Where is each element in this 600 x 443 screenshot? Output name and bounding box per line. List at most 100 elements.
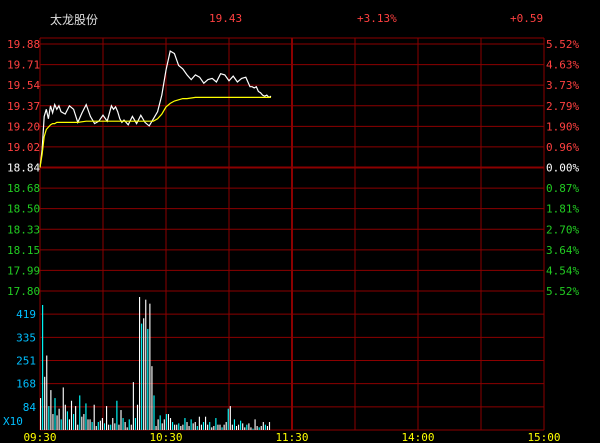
y-tick-right: 4.54% [546, 264, 579, 277]
volume-bar [110, 424, 112, 430]
y-tick-right: 3.64% [546, 244, 579, 257]
x-tick: 14:00 [401, 431, 434, 443]
y-tick-right: 1.81% [546, 203, 579, 216]
volume-bar [184, 418, 186, 430]
volume-bar [118, 424, 120, 430]
volume-bar [95, 426, 97, 430]
volume-tick: 168 [16, 378, 36, 391]
volume-bar [81, 416, 83, 430]
volume-tick: 419 [16, 308, 36, 321]
intraday-chart[interactable]: 19.88 19.71 19.54 19.37 19.20 19.02 18.84 18.68… [0, 0, 600, 443]
volume-bar [66, 411, 68, 430]
volume-bar [93, 404, 95, 430]
volume-bar [48, 406, 50, 430]
volume-bar [155, 426, 157, 430]
volume-bar [258, 427, 260, 430]
volume-tick: 251 [16, 355, 36, 368]
y-tick-right: 5.52% [546, 38, 579, 51]
volume-bar [89, 419, 91, 430]
volume-bar [225, 422, 227, 430]
volume-bar [99, 420, 101, 430]
volume-bar [252, 428, 254, 430]
volume-bar [217, 424, 219, 430]
x-tick: 15:00 [527, 431, 560, 443]
volume-bar [248, 423, 250, 430]
volume-bar [143, 318, 145, 430]
y-tick-left: 18.50 [7, 203, 40, 216]
volume-bar [40, 398, 42, 430]
volume-bar [97, 422, 99, 430]
y-tick-right: 0.00% [546, 162, 579, 175]
volume-bar [52, 414, 54, 430]
volume-bar [56, 415, 58, 430]
volume-bar [178, 423, 180, 430]
volume-bar [70, 400, 73, 430]
volume-bar [254, 419, 256, 430]
volume-bar [169, 418, 172, 430]
volume-bar [116, 400, 118, 430]
volume-bar [91, 422, 93, 430]
volume-bar [112, 418, 114, 430]
volume-bar [108, 424, 110, 430]
price-line [39, 50, 272, 168]
volume-bar [190, 419, 192, 430]
volume-bar [68, 419, 71, 430]
volume-bar [194, 422, 196, 430]
y-tick-left: 17.80 [7, 285, 40, 298]
y-tick-left: 19.54 [7, 79, 40, 92]
volume-bar [141, 323, 143, 430]
volume-bar [87, 419, 89, 430]
volume-bar [223, 424, 225, 430]
volume-bar [124, 422, 126, 430]
volume-bar [44, 376, 46, 430]
volume-bar [211, 427, 213, 430]
volume-bar [242, 423, 244, 430]
volume-bar [250, 427, 252, 430]
volume-bar [79, 395, 81, 430]
volume-bar [244, 427, 246, 430]
volume-bar [153, 395, 155, 430]
volume-bar [151, 366, 153, 430]
volume-bar [202, 422, 205, 430]
y-tick-right: 1.90% [546, 120, 579, 133]
volume-bar [75, 406, 77, 430]
volume-bar [85, 403, 87, 430]
volume-bar [235, 426, 238, 430]
volume-bar [198, 416, 200, 430]
volume-bar [101, 418, 104, 430]
volume-bar [161, 423, 163, 430]
y-tick-right: 5.52% [546, 285, 579, 298]
y-tick-left: 19.02 [7, 141, 40, 154]
volume-bar [60, 419, 62, 430]
y-tick-right: 0.96% [546, 141, 579, 154]
volume-bar [227, 408, 229, 430]
volume-bar [174, 424, 176, 430]
volume-bar [159, 415, 161, 430]
volume-bar [46, 355, 48, 430]
volume-bar [215, 418, 217, 430]
x-tick: 09:30 [23, 431, 56, 443]
y-tick-left: 18.15 [7, 244, 40, 257]
volume-bar [221, 427, 223, 430]
volume-bar [165, 414, 167, 430]
volume-bar [200, 424, 203, 430]
volume-bar [58, 408, 60, 430]
volume-bar [219, 424, 221, 430]
volume-bar [120, 410, 122, 430]
volume-bar [182, 424, 184, 430]
volume-bar [62, 387, 64, 430]
volume-bar [266, 426, 269, 430]
volume-bar [139, 297, 141, 430]
volume-bar [149, 303, 151, 430]
volume-bar [130, 424, 132, 430]
volume-bar [264, 424, 266, 430]
y-tick-right: 2.79% [546, 100, 579, 113]
volume-bar [128, 419, 130, 430]
volume-bar [77, 424, 79, 430]
y-tick-right: 2.70% [546, 223, 579, 236]
volume-tick: 335 [16, 331, 36, 344]
volume-bar [233, 419, 236, 430]
volume-bar [205, 416, 207, 430]
y-tick-left: 19.37 [7, 100, 40, 113]
average-price-line [39, 96, 271, 168]
